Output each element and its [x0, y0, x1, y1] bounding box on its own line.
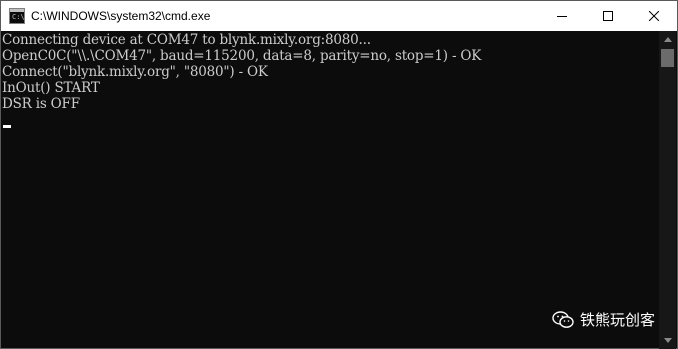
close-button[interactable] [631, 1, 677, 31]
scroll-up-icon [663, 37, 672, 42]
maximize-icon [603, 11, 613, 21]
window-title: C:\WINDOWS\system32\cmd.exe [31, 9, 211, 23]
console-line: Connecting device at COM47 to blynk.mixl… [2, 32, 371, 48]
window-controls [539, 1, 677, 31]
vertical-scrollbar[interactable] [659, 31, 676, 349]
console-line: OpenC0C("\\.\COM47", baud=115200, data=8… [2, 48, 482, 64]
wechat-icon [552, 310, 574, 328]
text-cursor [3, 125, 11, 128]
minimize-icon [557, 16, 567, 17]
watermark-text: 铁熊玩创客 [579, 311, 655, 329]
minimize-button[interactable] [539, 1, 585, 31]
scroll-up-button[interactable] [659, 31, 676, 48]
scroll-down-button[interactable] [659, 332, 676, 349]
close-icon [649, 11, 659, 21]
scrollbar-thumb[interactable] [661, 49, 674, 67]
scroll-down-icon [663, 338, 672, 343]
watermark: 铁熊玩创客 [552, 309, 655, 330]
title-bar[interactable]: C:\ C:\WINDOWS\system32\cmd.exe [1, 1, 677, 31]
cmd-window: C:\ C:\WINDOWS\system32\cmd.exe Connecti… [0, 0, 678, 349]
cmd-icon[interactable]: C:\ [9, 8, 25, 24]
console-line: Connect("blynk.mixly.org", "8080") - OK [2, 64, 268, 80]
console-line: DSR is OFF [2, 96, 80, 112]
console-output[interactable]: Connecting device at COM47 to blynk.mixl… [1, 31, 661, 348]
maximize-button[interactable] [585, 1, 631, 31]
console-line: InOut() START [2, 80, 100, 96]
